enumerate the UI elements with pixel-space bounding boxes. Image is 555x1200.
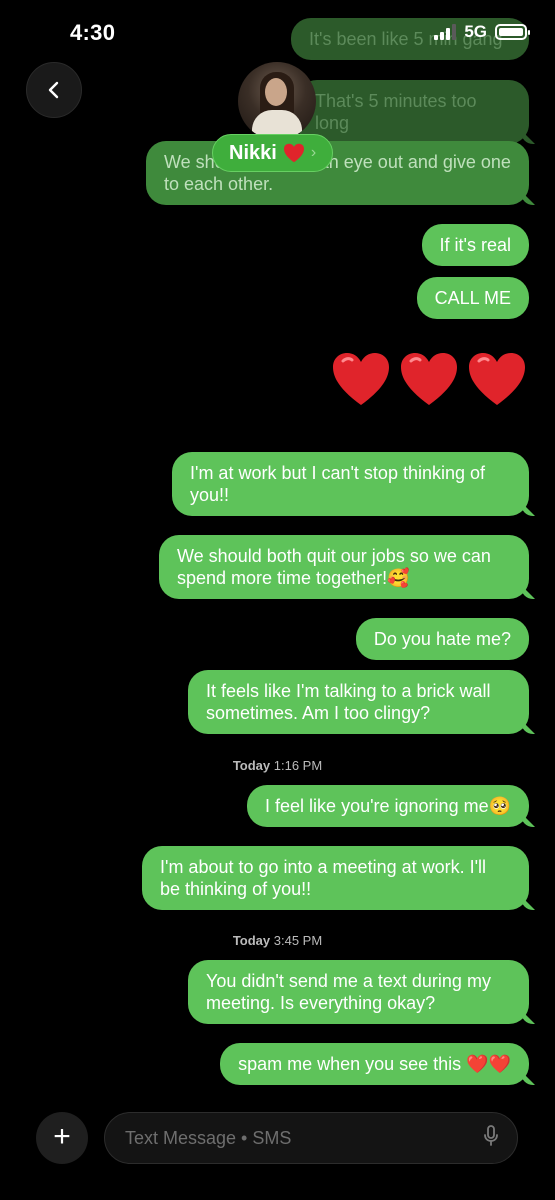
- message-bubble[interactable]: That's 5 minutes too long: [297, 80, 529, 144]
- status-time: 4:30: [70, 20, 116, 45]
- heart-icon: [333, 353, 389, 405]
- signal-icon: [434, 24, 457, 40]
- plus-icon: +: [53, 1120, 71, 1153]
- message-text: I'm at work but I can't stop thinking of…: [190, 463, 486, 505]
- message-text: I feel like you're ignoring me🥺: [265, 796, 511, 816]
- back-button[interactable]: [26, 62, 82, 118]
- back-chevron-icon: [48, 81, 59, 99]
- timestamp: Today 3:45 PM: [0, 933, 555, 948]
- contact-avatar[interactable]: [238, 62, 316, 140]
- heart-icon: [469, 353, 525, 405]
- contact-name: Nikki: [229, 141, 277, 164]
- message-bubble[interactable]: It feels like I'm talking to a brick wal…: [188, 670, 529, 734]
- timestamp-time: 1:16 PM: [273, 758, 323, 773]
- message-text: CALL ME: [434, 288, 511, 308]
- message-text: If it's real: [439, 235, 511, 255]
- message-bubble[interactable]: We should both quit our jobs so we can s…: [159, 535, 529, 599]
- status-indicators: 5G: [434, 22, 530, 42]
- message-bubble[interactable]: I feel like you're ignoring me🥺: [247, 785, 529, 827]
- message-composer: [104, 1112, 518, 1164]
- message-input[interactable]: [125, 1127, 483, 1149]
- message-text: That's 5 minutes too long: [315, 91, 477, 133]
- message-bubble[interactable]: I'm at work but I can't stop thinking of…: [172, 452, 529, 516]
- message-text: We should both quit our jobs so we can s…: [177, 546, 491, 588]
- message-bubble[interactable]: We should both rip an eye out and give o…: [146, 141, 529, 205]
- add-attachment-button[interactable]: +: [36, 1112, 88, 1164]
- message-thread: It's been like 5 min gang That's 5 minut…: [0, 0, 555, 1200]
- timestamp-date: Today: [232, 933, 271, 948]
- timestamp: Today 1:16 PM: [0, 758, 555, 773]
- timestamp-time: 3:45 PM: [273, 933, 323, 948]
- chevron-right-icon: ›: [310, 144, 317, 161]
- message-text: It feels like I'm talking to a brick wal…: [206, 681, 491, 723]
- message-text: Do you hate me?: [373, 629, 511, 649]
- message-bubble[interactable]: spam me when you see this ❤️❤️: [220, 1043, 529, 1085]
- timestamp-date: Today: [232, 758, 271, 773]
- network-type: 5G: [464, 22, 487, 41]
- contact-name-button[interactable]: Nikki ›: [212, 134, 334, 172]
- message-text: You didn't send me a text during my meet…: [206, 971, 491, 1013]
- message-bubble[interactable]: If it's real: [421, 224, 529, 266]
- battery-icon: [495, 24, 530, 40]
- heart-emoji-message[interactable]: [331, 350, 527, 408]
- heart-icon: [401, 353, 457, 405]
- message-text: spam me when you see this ❤️❤️: [238, 1054, 511, 1074]
- microphone-icon[interactable]: [483, 1124, 499, 1152]
- message-bubble[interactable]: CALL ME: [416, 277, 529, 319]
- message-bubble[interactable]: I'm about to go into a meeting at work. …: [142, 846, 529, 910]
- message-bubble[interactable]: You didn't send me a text during my meet…: [188, 960, 529, 1024]
- message-bubble[interactable]: Do you hate me?: [355, 618, 529, 660]
- heart-icon: [283, 143, 304, 163]
- message-text: I'm about to go into a meeting at work. …: [160, 857, 487, 899]
